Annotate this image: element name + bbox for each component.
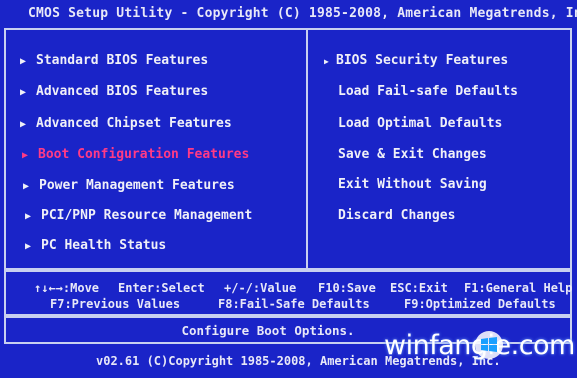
menu-item-boot-configuration[interactable]: ▶ Boot Configuration Features	[22, 146, 249, 164]
help-value: +/-/:Value	[224, 281, 297, 295]
menu-item-load-optimal[interactable]: Load Optimal Defaults	[338, 115, 502, 133]
triangle-right-icon: ▶	[20, 87, 27, 98]
help-failsafe-defaults: F8:Fail-Safe Defaults	[218, 297, 370, 311]
menu-item-advanced-chipset[interactable]: ▶ Advanced Chipset Features	[20, 115, 232, 133]
triangle-right-icon: ▶	[22, 150, 29, 161]
status-text: Configure Boot Options.	[181, 323, 355, 338]
triangle-right-icon: ▶	[25, 211, 32, 222]
main-menu-frame: ▶ Standard BIOS Features ▶ Advanced BIOS F…	[4, 28, 572, 270]
menu-item-pci-pnp[interactable]: ▶ PCI/PNP Resource Management	[25, 207, 252, 225]
menu-item-pc-health[interactable]: ▶ PC Health Status	[25, 237, 166, 255]
windows-logo-icon	[475, 331, 503, 359]
bios-title-bar: CMOS Setup Utility - Copyright (C) 1985-…	[0, 0, 577, 27]
menu-item-advanced-bios[interactable]: ▶ Advanced BIOS Features	[20, 83, 208, 101]
help-general: F1:General Help	[464, 281, 573, 295]
triangle-right-icon: ▶	[23, 181, 30, 192]
help-previous-values: F7:Previous Values	[50, 297, 181, 311]
help-select: Enter:Select	[118, 281, 205, 295]
triangle-right-icon: ▶	[25, 241, 32, 252]
help-save: F10:Save	[318, 281, 376, 295]
column-divider	[306, 30, 308, 268]
watermark: winfangie.com	[380, 322, 575, 370]
key-help-panel: ↑↓←→:Move Enter:Select +/-/:Value F10:Sa…	[4, 270, 572, 316]
help-exit: ESC:Exit	[390, 281, 448, 295]
triangle-right-icon: ▶	[20, 119, 27, 130]
triangle-right-icon: ▶	[324, 57, 329, 66]
menu-item-power-management[interactable]: ▶ Power Management Features	[23, 177, 235, 195]
menu-item-load-failsafe[interactable]: Load Fail-safe Defaults	[338, 83, 518, 101]
triangle-right-icon: ▶	[20, 56, 27, 67]
menu-item-bios-security[interactable]: ▶ BIOS Security Features	[324, 52, 508, 70]
help-move: ↑↓←→:Move	[34, 281, 100, 295]
help-optimized-defaults: F9:Optimized Defaults	[404, 297, 556, 311]
menu-item-save-exit[interactable]: Save & Exit Changes	[338, 146, 487, 164]
menu-item-standard-bios[interactable]: ▶ Standard BIOS Features	[20, 52, 208, 70]
menu-item-discard-changes[interactable]: Discard Changes	[338, 207, 455, 225]
menu-item-exit-without-saving[interactable]: Exit Without Saving	[338, 176, 487, 194]
